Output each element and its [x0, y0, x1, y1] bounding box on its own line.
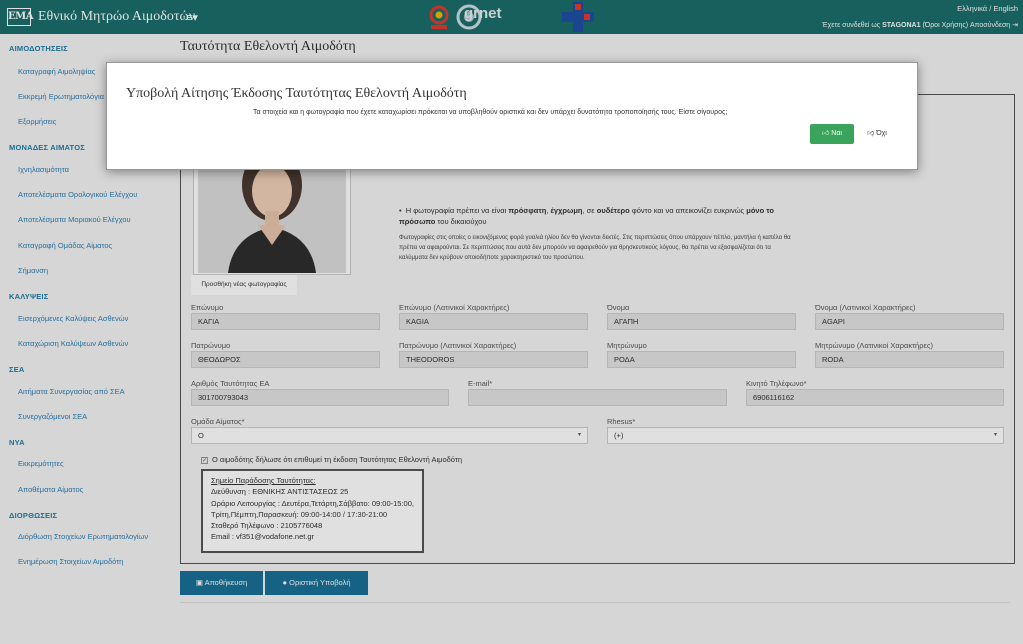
no-label: Όχι — [876, 130, 887, 137]
confirm-dialog: Υποβολή Αίτησης Έκδοσης Ταυτότητας Εθελο… — [106, 62, 918, 170]
confirm-yes-button[interactable]: 👍︎ Ναι — [810, 124, 854, 144]
dialog-message: Τα στοιχεία και η φωτογραφία που έχετε κ… — [253, 109, 728, 116]
dialog-title: Υποβολή Αίτησης Έκδοσης Ταυτότητας Εθελο… — [126, 86, 467, 101]
thumbs-down-icon: 👎︎ — [867, 130, 877, 137]
yes-label: Ναι — [831, 130, 842, 137]
thumbs-up-icon: 👍︎ — [822, 130, 832, 137]
confirm-no-button[interactable]: 👎︎ Όχι — [862, 124, 892, 144]
